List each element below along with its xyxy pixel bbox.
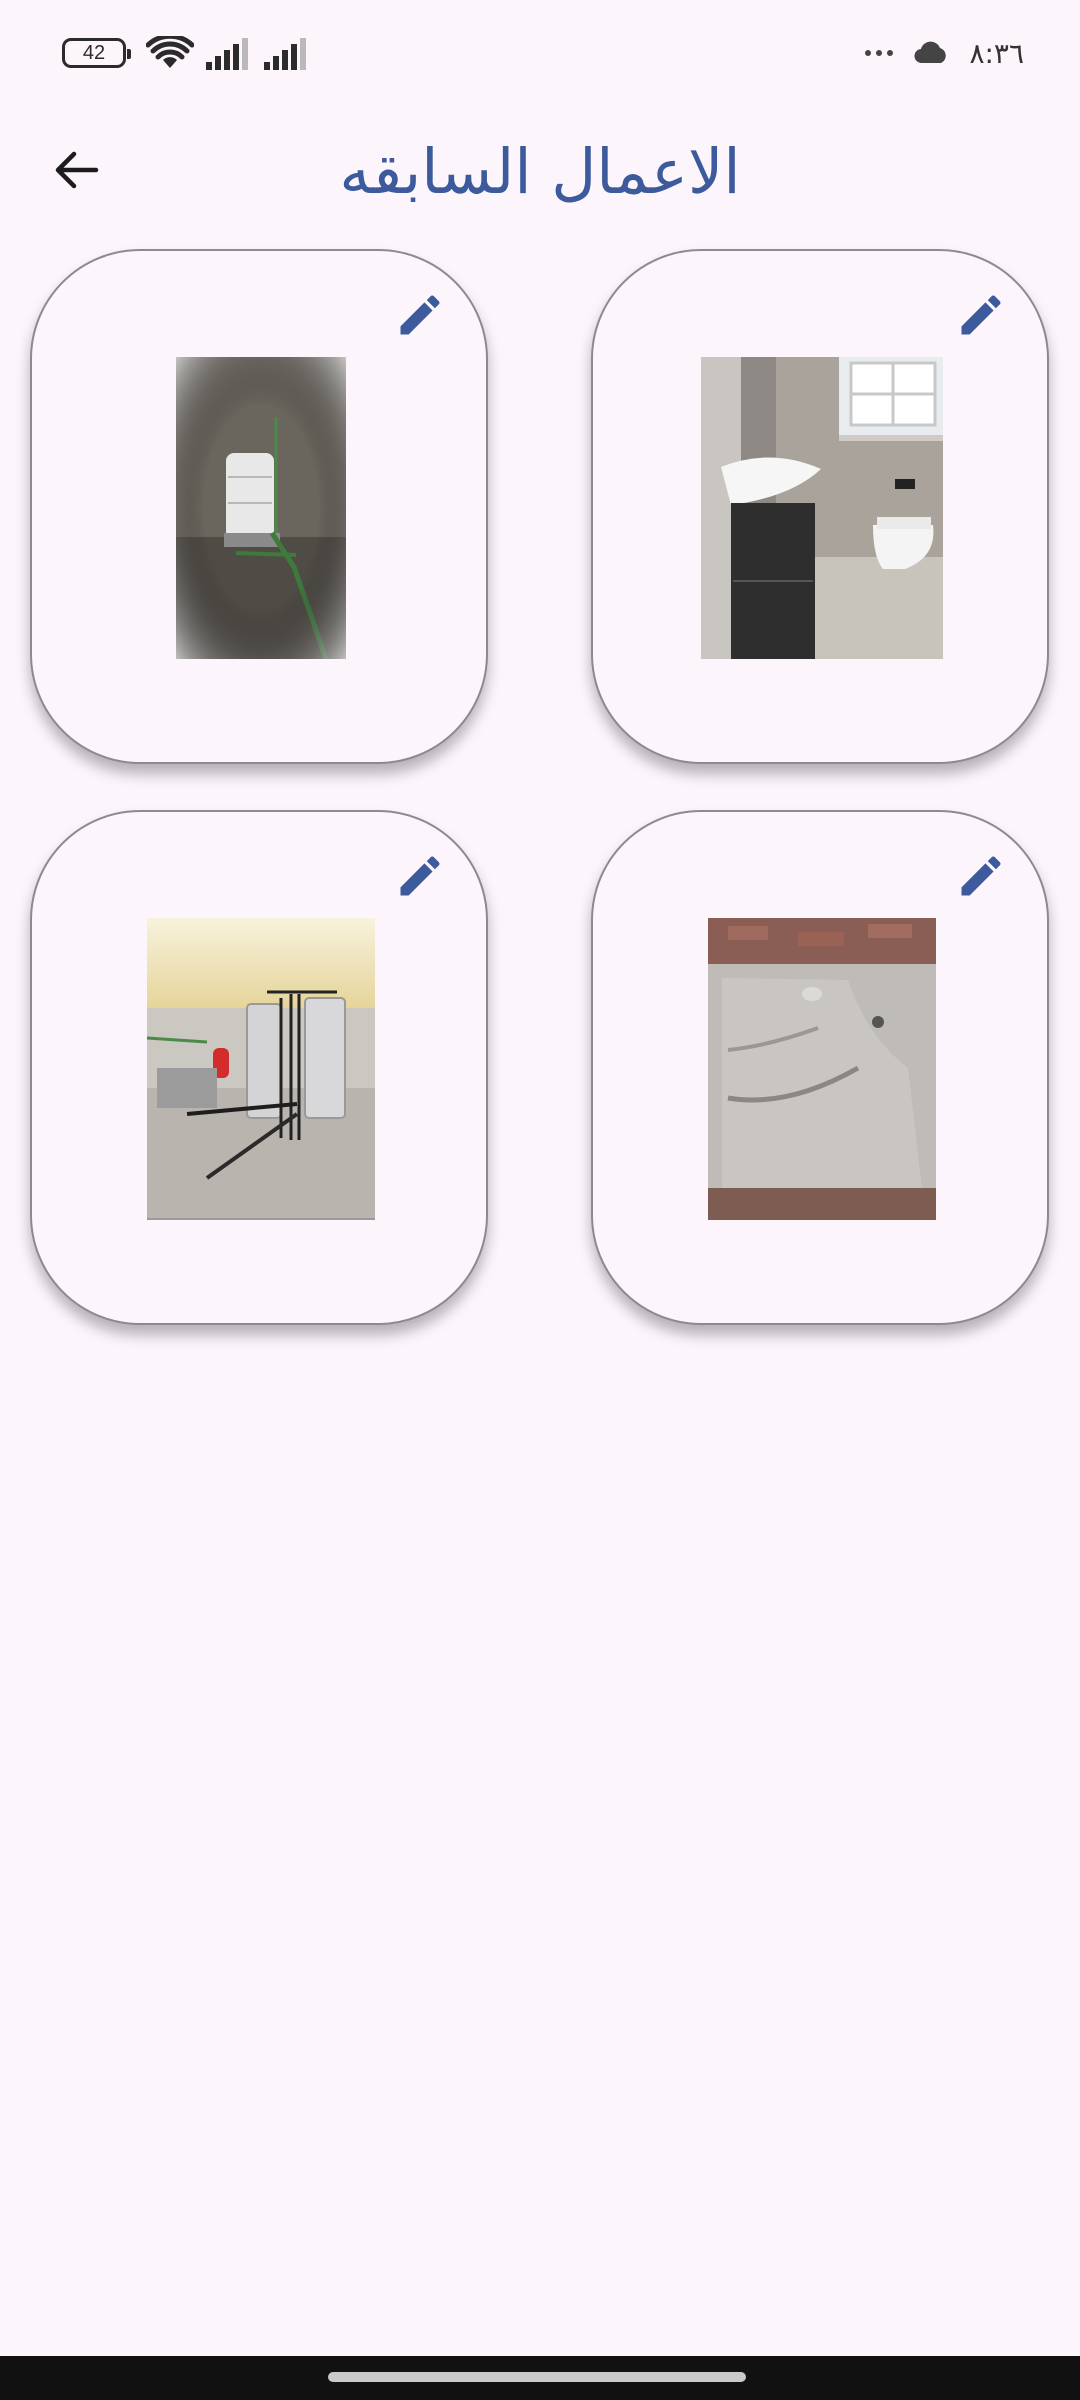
edit-button[interactable] <box>953 848 1009 904</box>
work-card-3[interactable] <box>591 810 1049 1325</box>
cloud-icon <box>914 41 947 64</box>
page-title: الاعمال السابقه <box>339 135 741 208</box>
work-card-1[interactable] <box>591 249 1049 764</box>
battery-icon: 42 <box>62 38 131 68</box>
battery-level: 42 <box>82 41 106 64</box>
clock: ٨:٣٦ <box>969 36 1024 70</box>
signal-icon <box>206 38 248 70</box>
status-right: ٨:٣٦ <box>865 30 1024 76</box>
back-button[interactable] <box>40 130 112 210</box>
arrow-left-icon <box>55 151 99 189</box>
more-dots-icon <box>865 50 894 56</box>
pencil-icon <box>400 295 440 335</box>
work-card-4[interactable] <box>30 810 488 1325</box>
water-tank-room-photo <box>176 357 346 659</box>
pencil-icon <box>961 856 1001 896</box>
home-indicator[interactable] <box>328 2372 746 2382</box>
wifi-icon <box>146 36 194 68</box>
system-nav-bar <box>0 2356 1080 2400</box>
edit-button[interactable] <box>392 287 448 343</box>
rooftop-water-tanks-photo <box>147 918 375 1220</box>
pencil-icon <box>961 295 1001 335</box>
bathroom-vanity-toilet-photo <box>701 357 943 659</box>
pencil-icon <box>400 856 440 896</box>
signal-icon <box>264 38 306 70</box>
waterproofed-floor-photo <box>708 918 936 1220</box>
work-card-2[interactable] <box>30 249 488 764</box>
edit-button[interactable] <box>953 287 1009 343</box>
status-bar: 42 ٨:٣٦ <box>0 0 1080 110</box>
edit-button[interactable] <box>392 848 448 904</box>
